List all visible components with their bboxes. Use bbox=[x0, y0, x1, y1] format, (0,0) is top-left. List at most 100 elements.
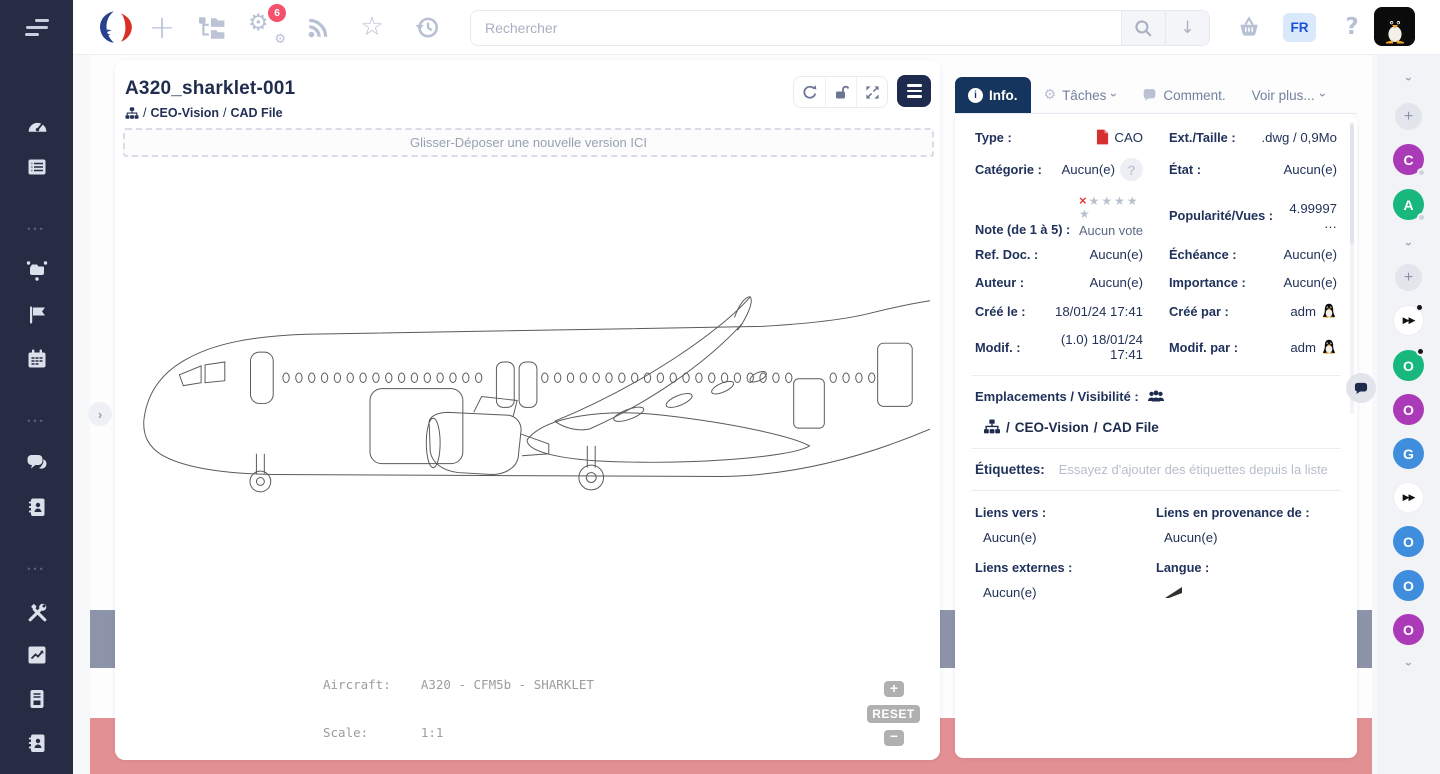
document-menu-button[interactable] bbox=[897, 75, 931, 107]
path-separator: / bbox=[1094, 420, 1098, 435]
fast-forward-avatar[interactable]: ▶▶ bbox=[1393, 305, 1424, 336]
left-sidebar: ••• ••• ••• bbox=[0, 0, 73, 774]
sidebar-item-admin-tools[interactable] bbox=[25, 600, 49, 624]
sidebar-item-dashboard[interactable] bbox=[25, 114, 49, 138]
sidebar-more-middle[interactable]: ••• bbox=[0, 416, 73, 426]
tags-input[interactable]: Essayez d'ajouter des étiquettes depuis … bbox=[1059, 462, 1328, 477]
location-root-link[interactable]: CEO-Vision bbox=[1015, 420, 1089, 435]
fullscreen-button[interactable] bbox=[856, 77, 887, 107]
zoom-in-button[interactable]: + bbox=[884, 681, 904, 697]
sidebar-more-top[interactable]: ••• bbox=[0, 224, 73, 234]
sidebar-item-invoices[interactable] bbox=[25, 687, 49, 711]
field-value: .dwg / 0,9Mo bbox=[1262, 130, 1338, 145]
favorites-star-icon[interactable]: ☆ bbox=[357, 9, 387, 45]
external-links-label: Liens externes : bbox=[975, 560, 1072, 575]
tab-comments[interactable]: Comment. bbox=[1129, 77, 1238, 113]
search-input[interactable] bbox=[471, 11, 1121, 45]
sidebar-item-flags[interactable] bbox=[25, 303, 49, 327]
field-value: (1.0) 18/01/24 17:41 bbox=[1026, 332, 1143, 362]
user-avatar-o[interactable]: O bbox=[1393, 350, 1424, 381]
sidebar-item-shared-spaces[interactable] bbox=[25, 258, 49, 282]
info-scrollbar-thumb[interactable] bbox=[1350, 124, 1354, 244]
status-dot bbox=[1416, 347, 1425, 356]
penguin-avatar-image bbox=[1321, 303, 1337, 319]
shared-folder-icon bbox=[25, 258, 49, 282]
tab-more[interactable]: Voir plus... › bbox=[1239, 77, 1338, 113]
sidebar-item-contacts[interactable] bbox=[25, 495, 49, 519]
version-dropzone[interactable]: Glisser-Déposer une nouvelle version ICI bbox=[123, 128, 934, 157]
refresh-button[interactable] bbox=[794, 77, 825, 107]
language-flag-icon[interactable] bbox=[1164, 585, 1184, 600]
search-submit-button[interactable] bbox=[1121, 11, 1165, 45]
dashboard-gauge-icon bbox=[26, 115, 49, 138]
field-label: Catégorie : bbox=[975, 162, 1042, 177]
collapse-group-chevron[interactable]: › bbox=[1377, 70, 1440, 88]
collapse-group-chevron[interactable]: › bbox=[1377, 655, 1440, 673]
field-value: Aucun(e) ? bbox=[1061, 158, 1143, 181]
modifier-user-link[interactable]: adm bbox=[1290, 339, 1337, 355]
penguin-avatar-image bbox=[1379, 14, 1411, 46]
chart-icon bbox=[26, 644, 48, 666]
breadcrumb-root-link[interactable]: CEO-Vision bbox=[150, 106, 219, 120]
add-document-icon[interactable]: + bbox=[147, 4, 177, 50]
locations-section-label: Emplacements / Visibilité : bbox=[975, 389, 1337, 404]
sidebar-item-statistics[interactable] bbox=[25, 643, 49, 667]
user-avatar-g[interactable]: G bbox=[1393, 438, 1424, 469]
search-bar: ↓ bbox=[470, 10, 1210, 46]
sidebar-item-forum[interactable] bbox=[25, 451, 49, 475]
zoom-out-button[interactable]: − bbox=[884, 730, 904, 746]
rss-feed-icon[interactable] bbox=[306, 16, 330, 40]
rating-widget[interactable]: ×★★★★ ★ Aucun vote bbox=[1079, 194, 1143, 237]
basket-icon[interactable] bbox=[1236, 15, 1262, 41]
history-icon[interactable] bbox=[414, 14, 440, 40]
category-help-icon[interactable]: ? bbox=[1120, 158, 1143, 181]
users-group-icon bbox=[1147, 390, 1165, 404]
info-icon: i bbox=[968, 88, 983, 103]
expand-panel-chevron[interactable]: › bbox=[88, 402, 112, 426]
chat-bubbles-icon bbox=[25, 451, 49, 475]
add-user-button[interactable]: + bbox=[1395, 103, 1422, 130]
search-download-button[interactable]: ↓ bbox=[1165, 11, 1209, 45]
location-folder-link[interactable]: CAD File bbox=[1103, 420, 1159, 435]
sidebar-item-documents[interactable] bbox=[25, 155, 49, 179]
breadcrumb-separator: / bbox=[223, 106, 226, 120]
sidebar-item-directory[interactable] bbox=[25, 731, 49, 755]
language-button[interactable]: FR bbox=[1283, 13, 1316, 42]
field-label: Créé le : bbox=[975, 304, 1026, 319]
help-icon[interactable]: ? bbox=[1338, 10, 1366, 44]
fast-forward-avatar[interactable]: ▶▶ bbox=[1393, 482, 1424, 513]
folder-tree-icon[interactable] bbox=[198, 15, 226, 41]
user-avatar-o[interactable]: O bbox=[1393, 394, 1424, 425]
field-value: Aucun(e) bbox=[1283, 247, 1337, 262]
breadcrumb-folder-link[interactable]: CAD File bbox=[231, 106, 283, 120]
user-avatar-a[interactable]: A bbox=[1393, 189, 1424, 220]
status-dot bbox=[1417, 213, 1426, 222]
links-from-label: Liens en provenance de : bbox=[1156, 505, 1310, 520]
sitemap-icon bbox=[125, 107, 139, 120]
notifications-badge: 6 bbox=[268, 4, 286, 22]
field-value: CAO bbox=[1096, 129, 1143, 145]
unlock-icon bbox=[833, 84, 849, 100]
field-label: Modif. : bbox=[975, 340, 1020, 355]
user-avatar[interactable] bbox=[1374, 7, 1415, 46]
collapse-group-chevron[interactable]: › bbox=[1377, 235, 1440, 253]
tab-tasks[interactable]: ⚙ Tâches › bbox=[1031, 77, 1130, 113]
add-user-button[interactable]: + bbox=[1395, 264, 1422, 291]
lock-button[interactable] bbox=[825, 77, 856, 107]
chat-toggle-button[interactable] bbox=[1346, 373, 1376, 403]
creator-user-link[interactable]: adm bbox=[1290, 303, 1337, 319]
sidebar-item-calendar[interactable] bbox=[25, 347, 49, 371]
user-avatar-o[interactable]: O bbox=[1393, 570, 1424, 601]
zoom-reset-button[interactable]: RESET bbox=[867, 705, 920, 723]
tab-info[interactable]: i Info. bbox=[955, 77, 1031, 113]
sidebar-more-bottom[interactable]: ••• bbox=[0, 564, 73, 574]
flag-icon bbox=[26, 304, 48, 326]
rating-stars: ★★★★ bbox=[1089, 194, 1140, 208]
tools-icon bbox=[26, 601, 49, 624]
main-menu-toggle[interactable] bbox=[0, 0, 73, 55]
user-avatar-o[interactable]: O bbox=[1393, 614, 1424, 645]
gofast-logo[interactable] bbox=[96, 9, 138, 45]
chat-bubble-icon bbox=[1353, 382, 1369, 395]
user-avatar-c[interactable]: C bbox=[1393, 144, 1424, 175]
user-avatar-o[interactable]: O bbox=[1393, 526, 1424, 557]
